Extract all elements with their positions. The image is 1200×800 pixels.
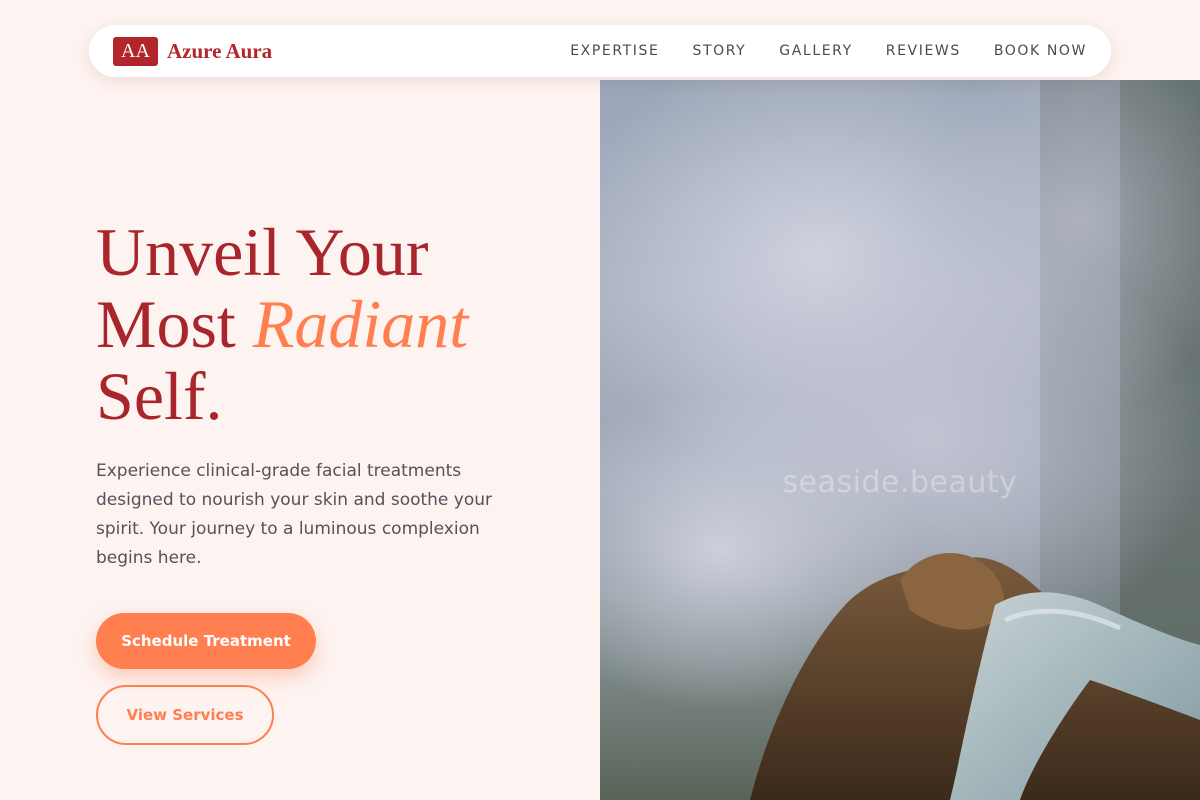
nav-link-reviews[interactable]: REVIEWS: [886, 43, 961, 59]
hero-title-line1: Unveil Your: [96, 214, 429, 290]
hero-image: seaside.beauty: [600, 80, 1200, 800]
steam-facial-photo: [600, 80, 1200, 800]
nav-links: EXPERTISE STORY GALLERY REVIEWS BOOK NOW: [570, 43, 1087, 59]
nav-link-book-now[interactable]: BOOK NOW: [994, 43, 1087, 59]
hero-description: Experience clinical-grade facial treatme…: [96, 461, 493, 568]
brand-logo[interactable]: AA Azure Aura: [113, 36, 273, 66]
brand-badge: AA: [113, 36, 158, 66]
view-services-button[interactable]: View Services: [96, 685, 274, 745]
schedule-treatment-button[interactable]: Schedule Treatment: [96, 613, 316, 669]
nav-link-gallery[interactable]: GALLERY: [779, 43, 852, 59]
nav-link-expertise[interactable]: EXPERTISE: [570, 43, 659, 59]
top-navbar: AA Azure Aura EXPERTISE STORY GALLERY RE…: [89, 25, 1111, 77]
image-watermark: seaside.beauty: [782, 465, 1018, 500]
hero-title-accent: Radiant: [252, 286, 469, 362]
hero-title-line2-prefix: Most: [96, 286, 236, 362]
nav-link-story[interactable]: STORY: [692, 43, 746, 59]
hero-title: Unveil Your Most Radiant Self.: [96, 216, 468, 432]
brand-name: Azure Aura: [167, 38, 273, 63]
hero-title-line3: Self.: [96, 358, 223, 434]
